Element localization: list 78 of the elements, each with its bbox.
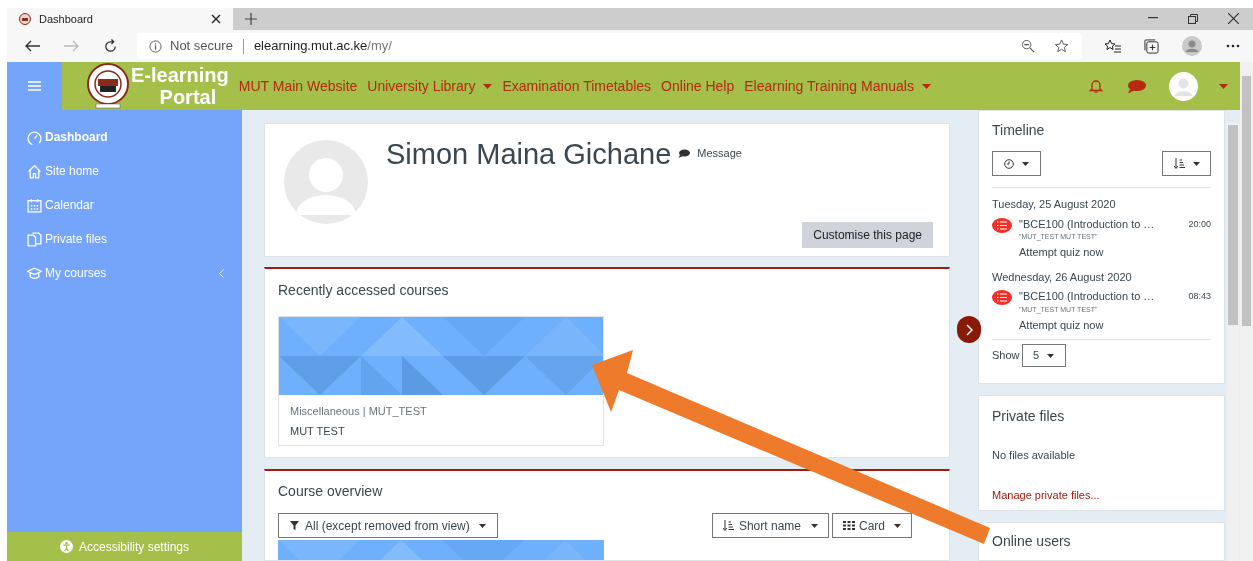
url-text: elearning.mut.ac.ke/my/ xyxy=(253,37,392,56)
caret-icon[interactable] xyxy=(1219,83,1228,89)
minimize-icon[interactable] xyxy=(1148,17,1158,19)
empty-message: No files available xyxy=(992,448,1077,463)
section-title: Recently accessed courses xyxy=(278,280,450,300)
quiz-icon xyxy=(992,217,1012,233)
chat-bubble-icon xyxy=(678,148,691,158)
time-filter-dropdown[interactable] xyxy=(992,151,1041,176)
manage-files-link[interactable]: Manage private files... xyxy=(992,486,1100,503)
show-label: Show xyxy=(992,348,1020,364)
date-heading: Wednesday, 26 August 2020 xyxy=(992,269,1133,285)
block-title: Online users xyxy=(992,532,1072,551)
collections-icon[interactable] xyxy=(1144,38,1159,54)
back-icon[interactable] xyxy=(25,40,41,52)
caret-icon xyxy=(894,523,901,528)
restore-icon[interactable] xyxy=(1188,14,1198,24)
course-card[interactable]: Miscellaneous | MUT_TEST MUT TEST xyxy=(278,315,604,446)
more-icon[interactable] xyxy=(1226,44,1240,48)
block-title: Timeline xyxy=(992,121,1046,140)
favorites-icon[interactable] xyxy=(1105,39,1121,53)
attempt-quiz-link[interactable]: Attempt quiz now xyxy=(1019,244,1104,261)
graduation-cap-icon xyxy=(27,265,42,281)
home-icon xyxy=(27,163,42,179)
profile-avatar-icon[interactable] xyxy=(1182,36,1202,56)
drawer-toggle[interactable] xyxy=(957,316,981,343)
zoom-out-icon[interactable] xyxy=(1021,38,1036,54)
refresh-icon[interactable] xyxy=(103,38,118,54)
grid-icon xyxy=(843,521,855,530)
brand-title: E-learning xyxy=(131,64,229,86)
chevron-right-icon[interactable] xyxy=(965,323,973,336)
brand-title: Portal xyxy=(158,86,217,108)
menu-toggle[interactable] xyxy=(7,62,62,110)
close-icon[interactable] xyxy=(1228,13,1239,24)
dashboard-gauge-icon xyxy=(27,129,42,145)
notification-bell-icon[interactable] xyxy=(1089,78,1103,94)
site-favicon xyxy=(19,13,31,25)
address-bar[interactable]: Not secure elearning.mut.ac.ke/my/ xyxy=(137,33,1082,59)
security-label: Not secure xyxy=(170,37,233,56)
accessibility-icon xyxy=(59,540,73,553)
caret-icon xyxy=(921,83,931,89)
caret-icon xyxy=(1022,161,1029,166)
sort-icon xyxy=(1173,158,1185,169)
info-icon xyxy=(149,39,162,53)
sort-icon xyxy=(722,520,734,531)
filter-dropdown[interactable]: All (except removed from view) xyxy=(278,513,498,538)
files-icon xyxy=(27,231,42,247)
caret-icon xyxy=(1047,353,1055,358)
event-time: 20:00 xyxy=(1188,217,1211,231)
clock-icon xyxy=(1004,158,1014,169)
date-heading: Tuesday, 25 August 2020 xyxy=(992,197,1117,212)
course-name[interactable]: MUT TEST xyxy=(290,423,345,440)
browser-tab[interactable]: Dashboard xyxy=(7,8,233,30)
page-size-dropdown[interactable]: 5 xyxy=(1021,344,1066,367)
attempt-quiz-link[interactable]: Attempt quiz now xyxy=(1019,316,1104,333)
caret-icon xyxy=(478,523,486,528)
event-time: 08:43 xyxy=(1188,290,1211,303)
quiz-icon xyxy=(992,290,1012,305)
tab-title: Dashboard xyxy=(39,11,94,27)
event-title-link[interactable]: "BCE100 (Introduction to … xyxy=(1019,288,1155,305)
calendar-icon xyxy=(27,197,42,213)
block-title: Private files xyxy=(992,407,1066,426)
chat-bubble-icon[interactable] xyxy=(1127,78,1146,94)
user-name: Simon Maina Gichane xyxy=(386,137,672,172)
customise-page-button[interactable]: Customise this page xyxy=(802,222,933,248)
caret-icon xyxy=(811,523,818,528)
section-title: Course overview xyxy=(278,482,384,501)
caret-icon xyxy=(483,83,493,89)
filter-icon xyxy=(290,521,299,530)
view-dropdown[interactable]: Card xyxy=(832,513,912,538)
favorite-star-icon[interactable] xyxy=(1055,38,1070,54)
message-link[interactable]: Message xyxy=(678,145,742,162)
event-title-link[interactable]: "BCE100 (Introduction to … xyxy=(1019,215,1155,232)
course-category: Miscellaneous | MUT_TEST xyxy=(290,403,428,419)
sort-dropdown[interactable] xyxy=(1162,151,1211,176)
new-tab-icon[interactable] xyxy=(245,13,257,25)
sort-dropdown[interactable]: Short name xyxy=(711,513,829,538)
close-icon[interactable] xyxy=(211,14,221,24)
caret-icon xyxy=(1192,161,1200,166)
